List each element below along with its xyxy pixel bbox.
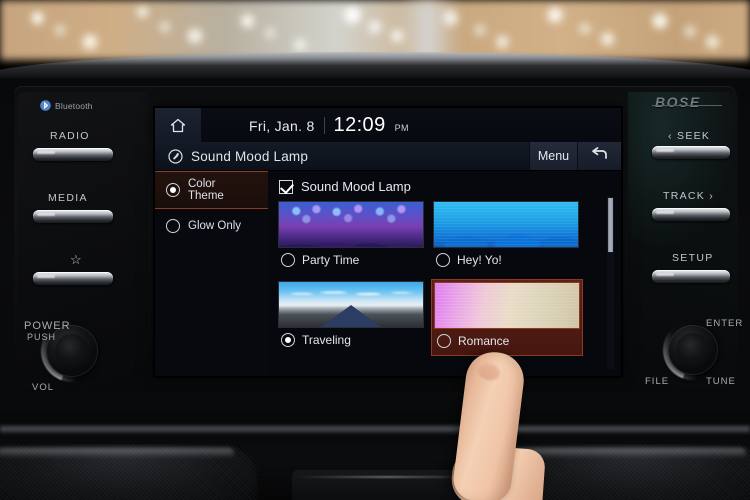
air-vent-left (0, 444, 258, 500)
traveling-radio[interactable] (281, 333, 295, 347)
theme-tile-party-time[interactable]: Party Time (276, 199, 428, 276)
tune-knob-center[interactable] (676, 333, 710, 367)
theme-tile-row: Hey! Yo! (433, 253, 581, 267)
color-theme-label: Color Theme (188, 177, 224, 203)
home-icon (170, 118, 186, 133)
theme-grid: Party Time Hey! Yo! Traveling Romance (268, 199, 621, 356)
infotainment-screen: Fri, Jan. 8 12:09 PM Sound Mood Lamp Men… (155, 108, 621, 376)
bluetooth-icon (40, 99, 51, 112)
scrollbar-thumb[interactable] (607, 197, 614, 253)
back-arrow-icon (590, 146, 609, 166)
sidebar-item-glow-only[interactable]: Glow Only (155, 209, 268, 243)
seek-label: ‹ SEEK (668, 130, 711, 142)
status-bar: Fri, Jan. 8 12:09 PM (155, 108, 621, 142)
theme-tile-hey-yo[interactable]: Hey! Yo! (431, 199, 583, 276)
sound-mood-lamp-checkbox[interactable] (279, 179, 293, 194)
glow-only-label: Glow Only (188, 219, 242, 232)
track-label: TRACK › (663, 190, 715, 202)
theme-tile-row: Traveling (278, 333, 426, 347)
traveling-thumb (278, 281, 424, 328)
user-finger (450, 349, 546, 500)
dashboard-seam-highlight (0, 424, 750, 434)
color-theme-radio[interactable] (166, 183, 180, 197)
romance-radio[interactable] (437, 334, 451, 348)
favorite-star-icon: ☆ (70, 252, 83, 267)
content-heading: Sound Mood Lamp (301, 179, 411, 194)
file-label: FILE (645, 376, 670, 387)
power-label: POWER (24, 320, 71, 332)
favorite-hardkey[interactable] (33, 272, 113, 285)
track-hardkey[interactable] (652, 208, 730, 221)
screen-body: Color Theme Glow Only Sound Mood Lamp Pa… (155, 171, 621, 376)
glow-only-radio[interactable] (166, 219, 180, 233)
bokeh-light-streak (400, 0, 460, 60)
home-button[interactable] (155, 108, 201, 142)
hey-yo-radio[interactable] (436, 253, 450, 267)
mood-lamp-icon (168, 148, 183, 164)
hey-yo-label: Hey! Yo! (457, 253, 502, 267)
back-button[interactable] (577, 142, 621, 170)
traveling-label: Traveling (302, 333, 351, 347)
mode-sidebar: Color Theme Glow Only (155, 171, 268, 376)
bluetooth-indicator: Bluetooth (40, 99, 93, 112)
hey-yo-thumb (433, 201, 579, 248)
romance-thumb (434, 282, 580, 329)
page-title: Sound Mood Lamp (191, 148, 309, 164)
radio-label: RADIO (50, 130, 90, 142)
bose-underline (652, 105, 722, 106)
datetime-divider (323, 116, 325, 134)
media-hardkey[interactable] (33, 210, 113, 223)
content-scrollbar[interactable] (607, 197, 614, 369)
enter-label: ENTER (706, 318, 744, 329)
windshield-bokeh-background (0, 0, 750, 60)
content-header: Sound Mood Lamp (268, 175, 621, 199)
sidebar-item-color-theme[interactable]: Color Theme (155, 171, 268, 209)
party-thumb (278, 201, 424, 248)
bose-logo: BOSE (655, 94, 701, 110)
setup-label: SETUP (672, 252, 714, 264)
push-label: PUSH (27, 332, 57, 342)
date-time-display: Fri, Jan. 8 12:09 PM (249, 114, 409, 137)
radio-hardkey[interactable] (33, 148, 113, 161)
media-label: MEDIA (48, 192, 88, 204)
clock-time: 12:09 (333, 113, 386, 136)
party-time-radio[interactable] (281, 253, 295, 267)
theme-tile-romance[interactable]: Romance (431, 279, 583, 356)
center-console-highlight (296, 476, 478, 478)
theme-tile-traveling[interactable]: Traveling (276, 279, 428, 356)
date-label: Fri, Jan. 8 (249, 117, 315, 134)
theme-tile-row: Party Time (278, 253, 426, 267)
romance-label: Romance (458, 334, 510, 348)
setup-hardkey[interactable] (652, 270, 730, 283)
tune-label: TUNE (706, 376, 736, 387)
theme-tile-row: Romance (434, 334, 580, 348)
titlebar-actions: Menu (529, 142, 621, 170)
party-time-label: Party Time (302, 253, 360, 267)
title-bar: Sound Mood Lamp Menu (155, 142, 621, 171)
theme-content-panel: Sound Mood Lamp Party Time Hey! Yo! Trav… (268, 171, 621, 376)
bluetooth-label: Bluetooth (55, 100, 93, 111)
volume-knob-center[interactable] (55, 334, 89, 368)
menu-button[interactable]: Menu (529, 142, 577, 170)
screenshot-root: Bluetooth BOSE RADIO MEDIA ☆ POWER PUSH … (0, 0, 750, 500)
clock-ampm: PM (394, 122, 409, 133)
seek-hardkey[interactable] (652, 146, 730, 159)
